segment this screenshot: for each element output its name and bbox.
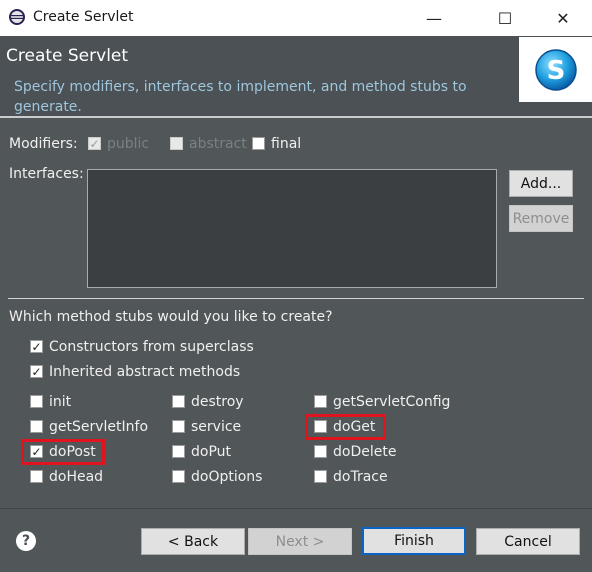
minimize-icon: — (426, 8, 442, 28)
dodelete-label: doDelete (333, 444, 397, 460)
init-label: init (49, 394, 72, 410)
inherited-checkbox[interactable]: ✓ (30, 365, 43, 378)
dodelete-checkbox[interactable] (314, 445, 327, 458)
interfaces-label: Interfaces: (9, 166, 84, 182)
close-button[interactable]: ✕ (540, 0, 586, 36)
footer-divider (0, 508, 592, 509)
doput-label: doPut (191, 444, 232, 460)
getservletconfig-checkbox[interactable] (314, 395, 327, 408)
modifiers-label: Modifiers: (9, 136, 78, 152)
close-icon: ✕ (556, 8, 570, 28)
back-button[interactable]: < Back (141, 528, 245, 555)
header-divider (0, 116, 592, 118)
abstract-checkbox[interactable] (170, 137, 183, 150)
eclipse-app-icon (8, 8, 26, 26)
dohead-checkbox[interactable] (30, 470, 43, 483)
next-button[interactable]: Next > (248, 528, 352, 555)
dotrace-label: doTrace (333, 469, 388, 485)
dopost-checkbox[interactable]: ✓ (30, 445, 43, 458)
page-title: Create Servlet (6, 46, 129, 66)
getservletinfo-checkbox[interactable] (30, 420, 43, 433)
doput-checkbox[interactable] (172, 445, 185, 458)
public-label: public (107, 136, 150, 152)
doget-label: doGet (333, 419, 376, 435)
dooptions-checkbox[interactable] (172, 470, 185, 483)
dotrace-checkbox[interactable] (314, 470, 327, 483)
method-stubs-question: Which method stubs would you like to cre… (9, 309, 333, 325)
logo-letter: S (547, 56, 566, 86)
minimize-button[interactable]: — (411, 0, 457, 36)
public-checkbox[interactable]: ✓ (88, 137, 101, 150)
dohead-label: doHead (49, 469, 104, 485)
final-label: final (271, 136, 302, 152)
cancel-button[interactable]: Cancel (476, 528, 580, 555)
final-checkbox[interactable] (252, 137, 265, 150)
init-checkbox[interactable] (30, 395, 43, 408)
abstract-label: abstract (189, 136, 247, 152)
interfaces-list[interactable] (87, 169, 497, 288)
finish-button[interactable]: Finish (362, 527, 466, 555)
dooptions-label: doOptions (191, 469, 263, 485)
destroy-checkbox[interactable] (172, 395, 185, 408)
service-label: service (191, 419, 242, 435)
servlet-logo: S (519, 37, 592, 102)
add-interface-button[interactable]: Add... (509, 170, 573, 197)
inherited-label: Inherited abstract methods (49, 364, 241, 380)
destroy-label: destroy (191, 394, 244, 410)
getservletinfo-label: getServletInfo (49, 419, 149, 435)
window-title: Create Servlet (33, 9, 134, 25)
maximize-button[interactable]: ☐ (482, 0, 528, 36)
getservletconfig-label: getServletConfig (333, 394, 451, 410)
help-icon[interactable]: ? (16, 531, 36, 551)
dopost-label: doPost (49, 444, 96, 460)
section-divider (8, 298, 584, 299)
maximize-icon: ☐ (497, 8, 513, 28)
page-description: Specify modifiers, interfaces to impleme… (14, 79, 467, 115)
constructors-checkbox[interactable]: ✓ (30, 340, 43, 353)
remove-interface-button[interactable]: Remove (509, 205, 573, 232)
service-checkbox[interactable] (172, 420, 185, 433)
doget-checkbox[interactable] (314, 420, 327, 433)
constructors-label: Constructors from superclass (49, 339, 254, 355)
